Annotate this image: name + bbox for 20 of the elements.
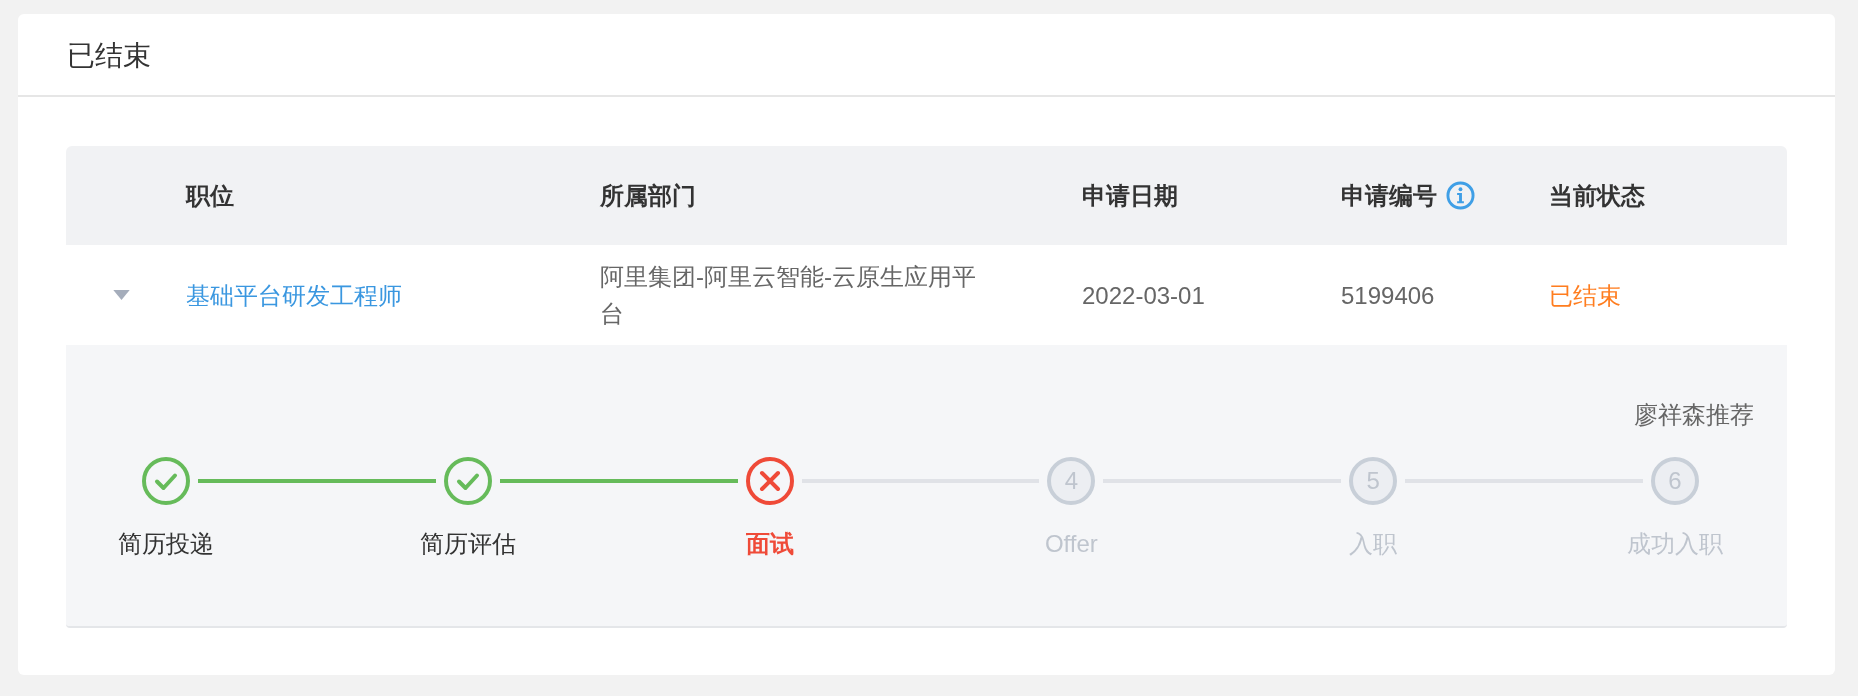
job-title-link[interactable]: 基础平台研发工程师: [186, 276, 402, 314]
column-header: 职位: [186, 180, 234, 211]
application-number: 5199406: [1341, 280, 1435, 311]
referrer-text: 廖祥森推荐: [1634, 400, 1754, 429]
cross-circle-icon: [745, 457, 794, 505]
status-text: 已结束: [1549, 280, 1621, 311]
info-icon[interactable]: [1446, 181, 1475, 210]
step-label: 面试: [745, 529, 794, 558]
step-label: 简历投递: [118, 529, 214, 558]
step-label: 简历评估: [419, 529, 516, 558]
card-title: 已结束: [67, 39, 151, 73]
column-header: 申请编号: [1341, 180, 1437, 211]
date-text: 2022-03-01: [1082, 280, 1205, 311]
column-header: 所属部门: [600, 180, 696, 211]
check-circle-icon: [443, 457, 492, 505]
department-text: 阿里集团-阿里云智能-云原生应用平台: [600, 262, 977, 329]
caret-icon[interactable]: [113, 290, 130, 300]
check-circle-icon: [142, 457, 190, 505]
column-header: 申请日期: [1082, 180, 1178, 211]
column-header: 当前状态: [1549, 180, 1645, 211]
